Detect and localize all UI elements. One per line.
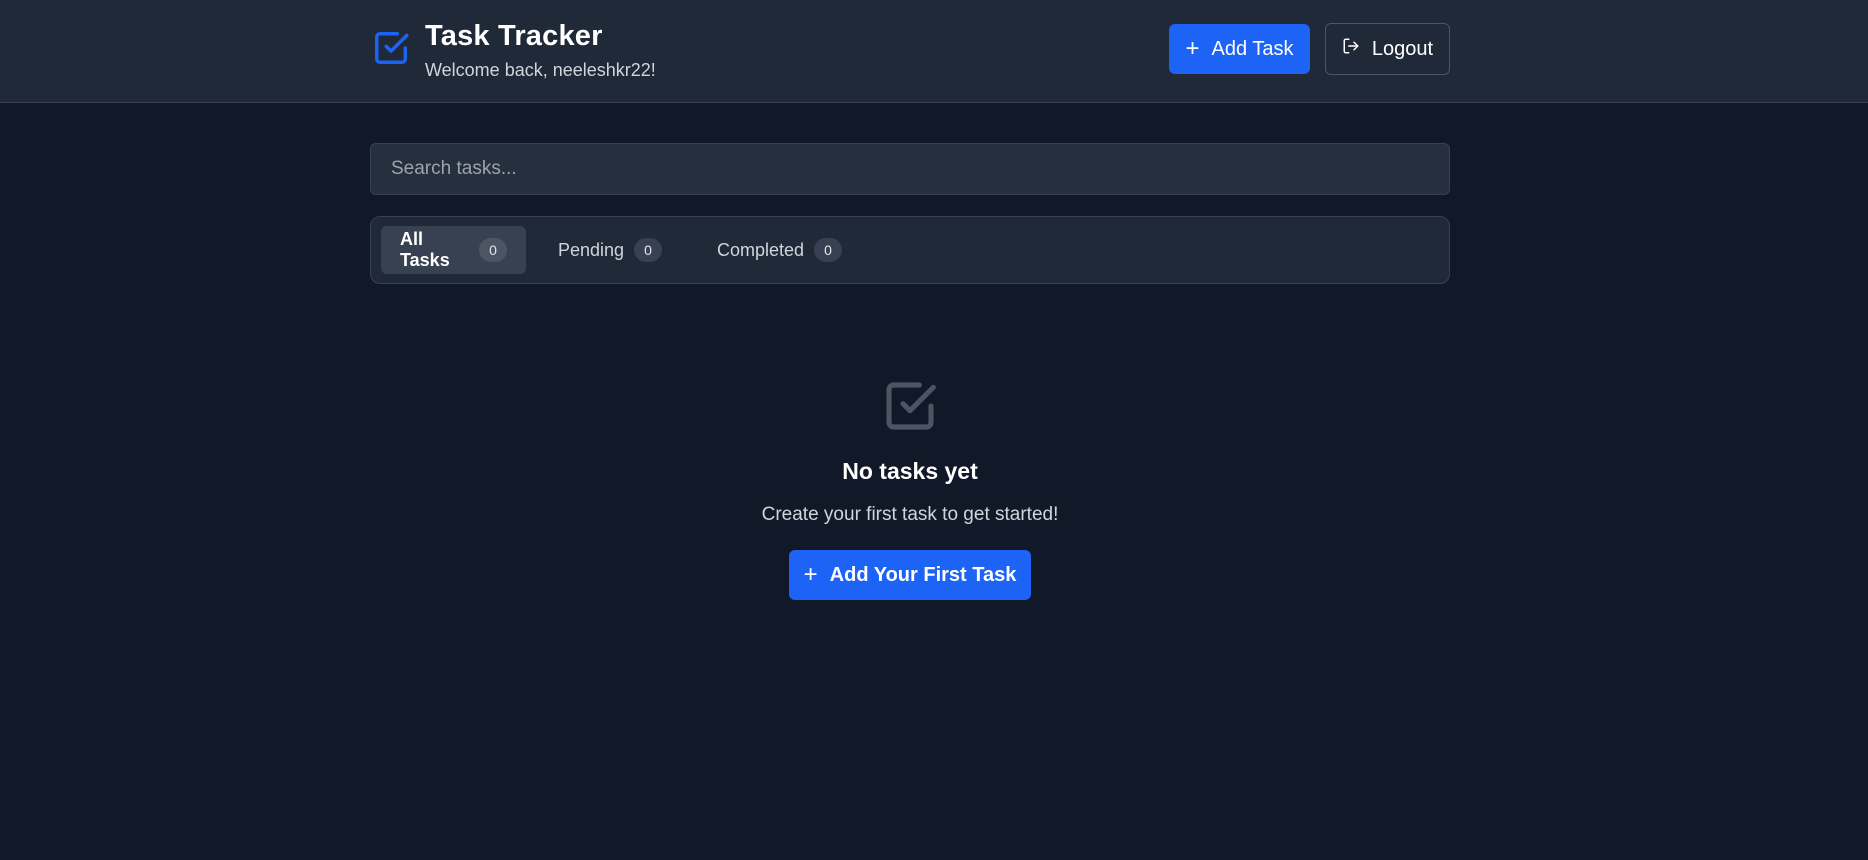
empty-state-subtitle: Create your first task to get started! — [761, 504, 1059, 525]
check-square-icon — [882, 378, 938, 434]
count-badge: 0 — [814, 238, 843, 262]
logout-button[interactable]: Logout — [1325, 23, 1450, 75]
filter-tabs: All Tasks 0 Pending 0 Completed 0 — [370, 216, 1450, 284]
plus-icon: + — [1185, 35, 1200, 62]
app-header: Task Tracker Welcome back, neeleshkr22! … — [0, 0, 1868, 103]
plus-icon: + — [803, 561, 818, 588]
tab-pending[interactable]: Pending 0 — [539, 226, 681, 274]
add-first-task-label: Add Your First Task — [829, 563, 1017, 586]
search-input[interactable] — [370, 143, 1450, 195]
logout-label: Logout — [1371, 37, 1434, 60]
tab-label: All Tasks — [400, 229, 450, 270]
tab-label: Pending — [558, 239, 625, 260]
add-task-button[interactable]: + Add Task — [1169, 24, 1310, 74]
header-inner: Task Tracker Welcome back, neeleshkr22! … — [370, 0, 1450, 102]
tab-completed[interactable]: Completed 0 — [698, 226, 861, 274]
count-badge: 0 — [479, 238, 507, 262]
welcome-message: Welcome back, neeleshkr22! — [425, 60, 656, 80]
app-title: Task Tracker — [425, 20, 603, 52]
empty-state-title: No tasks yet — [842, 458, 978, 484]
tab-label: Completed — [717, 239, 805, 260]
count-badge: 0 — [634, 238, 663, 262]
add-task-label: Add Task — [1211, 37, 1294, 60]
tab-all-tasks[interactable]: All Tasks 0 — [381, 226, 526, 274]
logout-icon — [1342, 37, 1360, 61]
search-container — [370, 143, 1450, 195]
check-square-icon — [372, 29, 410, 67]
empty-state: No tasks yet Create your first task to g… — [370, 370, 1450, 610]
add-first-task-button[interactable]: + Add Your First Task — [789, 550, 1031, 600]
